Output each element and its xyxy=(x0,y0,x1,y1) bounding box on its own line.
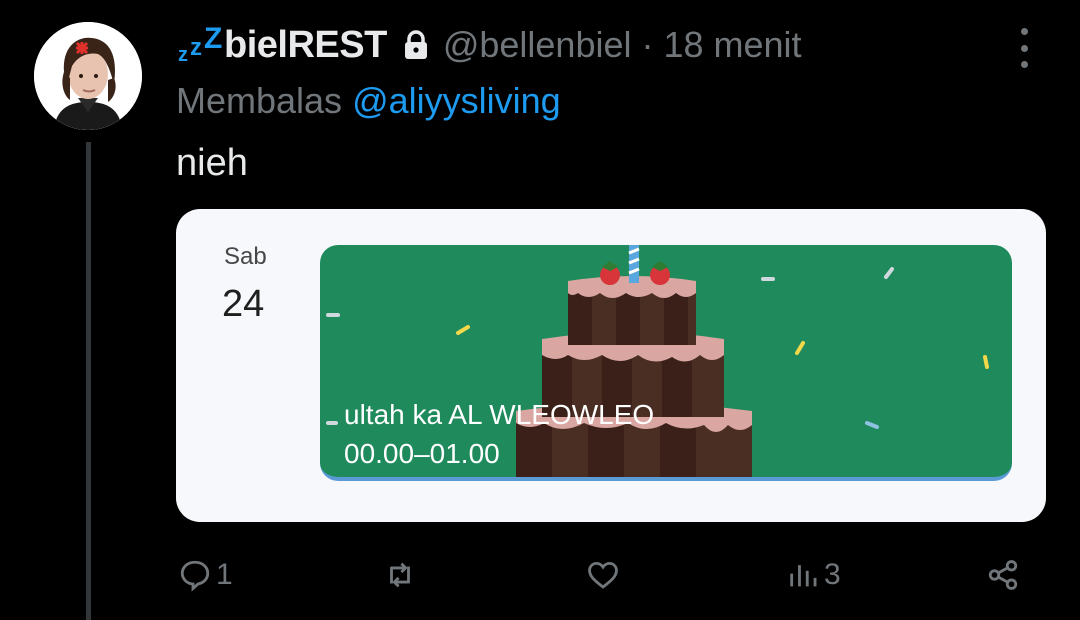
timestamp[interactable]: 18 menit xyxy=(663,24,801,66)
reply-mention-link[interactable]: @aliyysliving xyxy=(352,80,561,121)
share-icon xyxy=(988,560,1018,590)
more-icon[interactable] xyxy=(1010,28,1038,68)
attached-image-card[interactable]: Sab 24 ultah ka AL WLEOWLEO 00.00–01.00 xyxy=(176,209,1046,522)
sleep-emoji: z z Z xyxy=(178,22,223,66)
like-button[interactable] xyxy=(586,548,624,602)
lock-icon xyxy=(403,30,429,60)
action-bar: 1 3 xyxy=(0,548,1080,602)
separator-dot: · xyxy=(641,24,654,65)
tweet-text: nieh xyxy=(176,142,248,184)
display-name[interactable]: bielREST xyxy=(224,24,387,67)
calendar-day-number: 24 xyxy=(222,283,265,325)
calendar-day-name: Sab xyxy=(224,243,267,270)
avatar[interactable] xyxy=(34,22,142,130)
calendar-event: ultah ka AL WLEOWLEO 00.00–01.00 xyxy=(320,245,1012,481)
event-time: 00.00–01.00 xyxy=(344,438,500,469)
reply-button[interactable]: 1 xyxy=(178,548,233,602)
share-button[interactable] xyxy=(986,548,1020,602)
reply-count: 1 xyxy=(216,558,233,591)
reply-icon xyxy=(180,560,210,592)
event-title: ultah ka AL WLEOWLEO xyxy=(344,399,655,430)
retweet-button[interactable] xyxy=(383,548,421,602)
tweet-header: z z Z bielREST @bellenbiel · 18 menit xyxy=(176,22,802,68)
retweet-icon xyxy=(390,562,410,588)
reply-context: Membalas @aliyysliving xyxy=(176,80,561,122)
views-icon xyxy=(790,565,817,587)
views-count: 3 xyxy=(824,558,841,591)
user-handle[interactable]: @bellenbiel xyxy=(443,24,632,66)
views-button[interactable]: 3 xyxy=(786,548,841,602)
reply-prefix: Membalas xyxy=(176,80,343,121)
like-icon xyxy=(588,561,618,589)
